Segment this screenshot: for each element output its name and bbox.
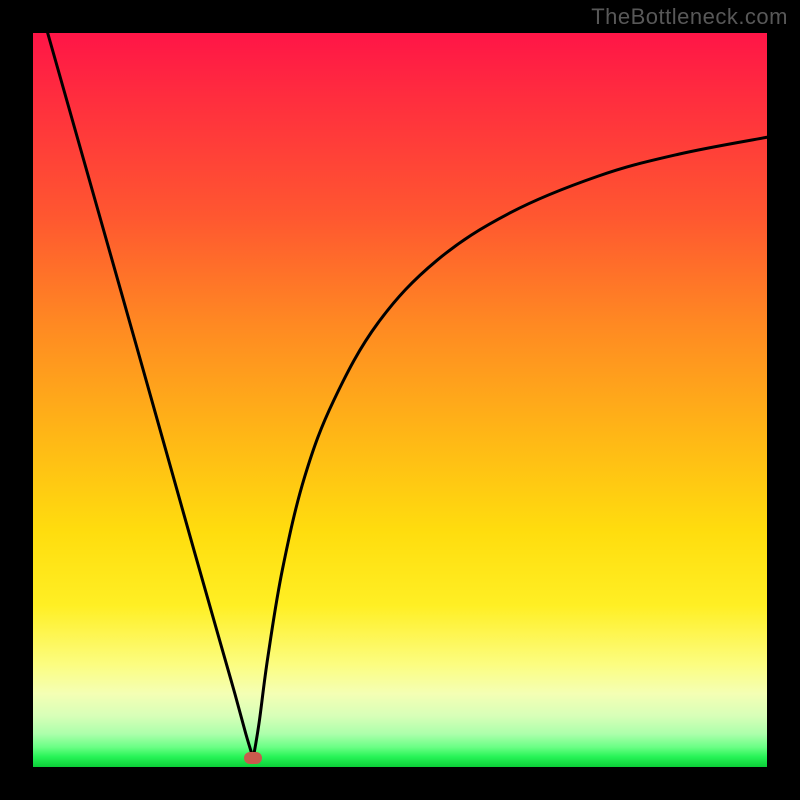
minimum-marker <box>244 752 262 764</box>
watermark-text: TheBottleneck.com <box>591 4 788 30</box>
chart-container: TheBottleneck.com <box>0 0 800 800</box>
curve-svg <box>33 33 767 767</box>
curve-left-branch <box>48 33 254 758</box>
plot-area <box>33 33 767 767</box>
curve-right-branch <box>253 137 767 758</box>
